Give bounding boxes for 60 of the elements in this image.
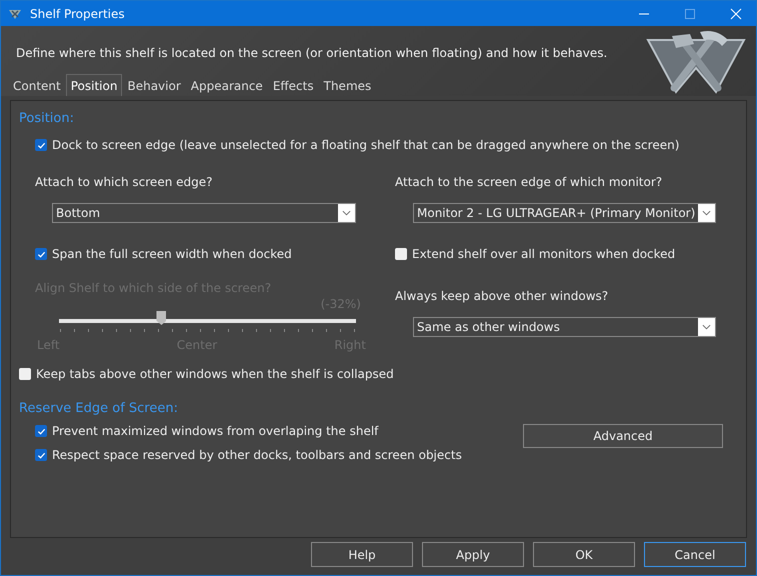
tick-mark xyxy=(326,329,327,332)
checkbox[interactable] xyxy=(35,449,47,461)
checkbox[interactable] xyxy=(395,248,407,260)
chevron-down-icon xyxy=(702,324,711,330)
tick-mark xyxy=(256,329,257,332)
close-icon[interactable] xyxy=(730,8,742,20)
section-heading: Position: xyxy=(19,111,75,126)
advanced-button[interactable]: Advanced xyxy=(523,424,723,448)
crossed-hammers-logo-icon xyxy=(646,28,746,94)
tick-mark xyxy=(74,329,75,332)
chevron-down-icon xyxy=(702,210,711,216)
checkbox-label: Respect space reserved by other docks, toolbars and screen objects xyxy=(52,448,462,462)
dropdown[interactable]: Same as other windows xyxy=(413,317,716,337)
checkbox[interactable] xyxy=(35,139,47,151)
tab[interactable]: Position xyxy=(66,74,122,96)
tick-mark xyxy=(200,329,201,332)
tick-mark xyxy=(228,329,229,332)
dialog-button[interactable]: OK xyxy=(533,542,635,567)
tick-mark xyxy=(298,329,299,332)
tab[interactable]: Behavior xyxy=(122,74,186,96)
dialog-button[interactable]: Apply xyxy=(422,542,524,567)
hammer-icon xyxy=(8,8,22,20)
tab[interactable]: Themes xyxy=(318,74,376,96)
tick-mark xyxy=(172,329,173,332)
checkbox-label: Keep tabs above other windows when the shelf is collapsed xyxy=(36,367,394,381)
field-label: Always keep above other windows? xyxy=(395,289,610,303)
tick-mark xyxy=(60,329,61,332)
tick-mark xyxy=(214,329,215,332)
dropdown[interactable]: Monitor 2 - LG ULTRAGEAR+ (Primary Monitor) xyxy=(413,203,716,223)
tick-mark xyxy=(312,329,313,332)
tick-mark xyxy=(242,329,243,332)
checkbox[interactable] xyxy=(19,368,31,380)
checkbox[interactable] xyxy=(35,425,47,437)
tick-mark xyxy=(340,329,341,332)
checkbox[interactable] xyxy=(35,248,47,260)
tick-mark xyxy=(270,329,271,332)
tick-mark xyxy=(88,329,89,332)
tab[interactable]: Effects xyxy=(268,74,319,96)
tick-mark xyxy=(144,329,145,332)
tick-mark xyxy=(102,329,103,332)
tick-mark xyxy=(158,329,159,332)
window-title: Shelf Properties xyxy=(30,6,126,20)
tick-mark xyxy=(186,329,187,332)
tick-mark xyxy=(130,329,131,332)
tab[interactable]: Content xyxy=(8,74,66,96)
checkbox-label: Dock to screen edge (leave unselected for a floating shelf that can be dragged anywhere on the screen) xyxy=(52,138,680,152)
checkbox-label: Prevent maximized windows from overlaping the shelf xyxy=(52,424,378,438)
checkbox-label: Extend shelf over all monitors when docked xyxy=(412,247,676,261)
dropdown[interactable]: Bottom xyxy=(52,203,356,223)
tick-mark xyxy=(284,329,285,332)
header-description: Define where this shelf is located on the screen (or orientation when floating) and how it behaves. xyxy=(16,46,608,60)
section-heading: Reserve Edge of Screen: xyxy=(19,401,179,416)
tick-mark xyxy=(354,329,355,332)
dialog-button[interactable]: Help xyxy=(311,542,413,567)
checkbox-label: Span the full screen width when docked xyxy=(52,247,292,261)
dialog-button[interactable]: Cancel xyxy=(644,542,746,567)
chevron-down-icon xyxy=(342,210,351,216)
field-label: Attach to the screen edge of which monitor? xyxy=(395,175,664,189)
tab[interactable]: Appearance xyxy=(186,74,268,96)
tick-mark xyxy=(116,329,117,332)
